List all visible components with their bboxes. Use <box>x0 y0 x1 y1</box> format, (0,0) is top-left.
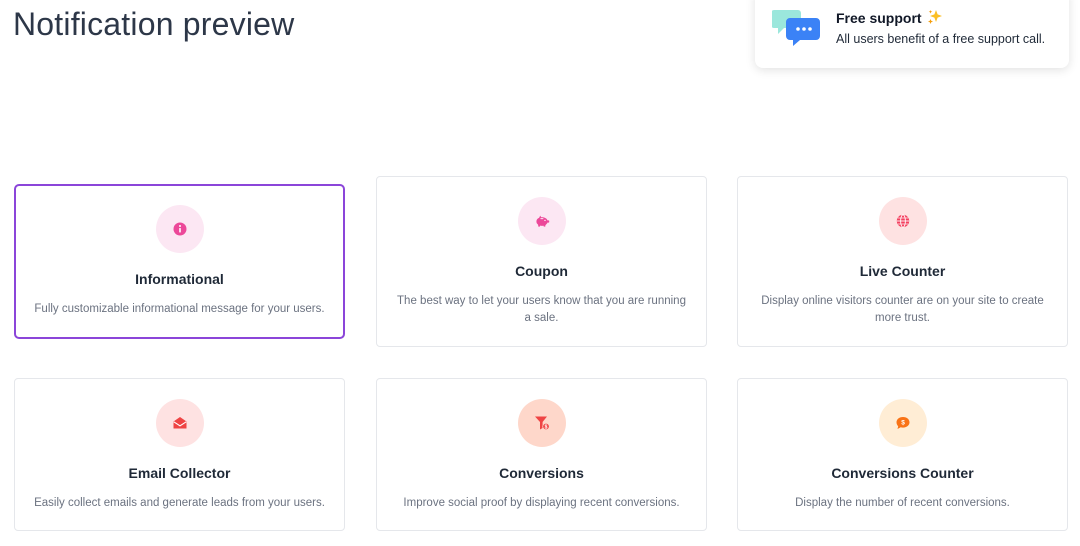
sparkles-icon <box>927 9 943 28</box>
envelope-open-icon <box>155 399 204 447</box>
card-description: Display online visitors counter are on y… <box>761 295 1044 324</box>
notification-type-email-collector[interactable]: Email Collector Easily collect emails an… <box>14 378 345 531</box>
card-title: Conversions <box>499 465 584 481</box>
card-description: Display the number of recent conversions… <box>795 497 1010 509</box>
support-title-text: Free support <box>836 10 922 26</box>
svg-text:$: $ <box>901 420 905 427</box>
card-description: Improve social proof by displaying recen… <box>403 497 680 509</box>
piggy-bank-icon <box>517 197 566 245</box>
funnel-dollar-icon: $ <box>517 399 566 447</box>
chat-bubbles-icon <box>771 8 822 46</box>
card-description: The best way to let your users know that… <box>397 295 686 324</box>
card-title: Conversions Counter <box>831 465 974 481</box>
page-title: Notification preview <box>13 6 295 42</box>
support-title: Free support <box>836 9 943 28</box>
notification-type-informational[interactable]: Informational Fully customizable informa… <box>14 184 345 339</box>
notification-type-conversions-counter[interactable]: $ Conversions Counter Display the number… <box>737 378 1068 531</box>
notification-type-conversions[interactable]: $ Conversions Improve social proof by di… <box>376 378 707 531</box>
card-title: Informational <box>135 271 224 287</box>
card-title: Coupon <box>515 263 568 279</box>
free-support-card[interactable]: Free support All users benefit of a free… <box>755 0 1069 68</box>
notification-type-live-counter[interactable]: Live Counter Display online visitors cou… <box>737 176 1068 347</box>
card-title: Email Collector <box>128 465 231 481</box>
svg-text:$: $ <box>544 424 547 430</box>
info-icon <box>155 205 204 253</box>
card-description: Fully customizable informational message… <box>34 303 325 315</box>
card-title: Live Counter <box>859 263 946 279</box>
globe-icon <box>878 197 927 245</box>
notification-type-coupon[interactable]: Coupon The best way to let your users kn… <box>376 176 707 347</box>
support-text: All users benefit of a free support call… <box>836 32 1046 46</box>
card-description: Easily collect emails and generate leads… <box>34 497 325 509</box>
comment-dollar-icon: $ <box>878 399 927 447</box>
